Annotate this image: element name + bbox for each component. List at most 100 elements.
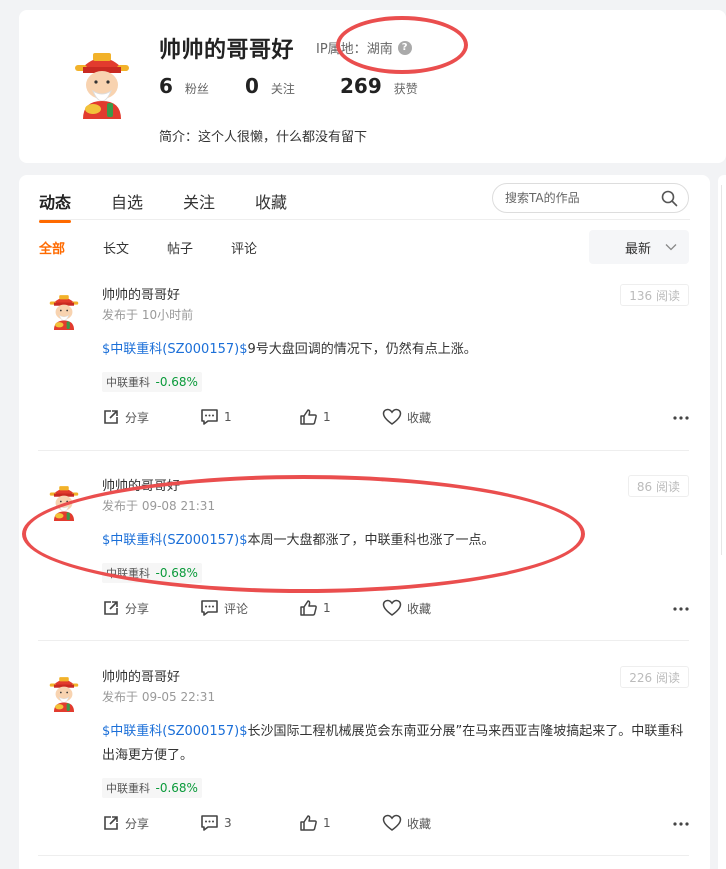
post-time: 发布于 09-08 21:31 xyxy=(102,499,216,513)
post-item: 帅帅的哥哥好 发布于 10小时前 136 阅读 $中联重科(SZ000157)$… xyxy=(38,284,689,432)
share-icon xyxy=(104,601,118,615)
likes-label: 获赞 xyxy=(393,82,418,96)
help-icon[interactable]: ? xyxy=(397,40,412,55)
tab-dynamics[interactable]: 动态 xyxy=(39,189,72,223)
more-icon[interactable] xyxy=(673,607,689,611)
search-icon[interactable] xyxy=(661,190,678,207)
comment-button[interactable]: 3 xyxy=(200,814,232,832)
post-body: $中联重科(SZ000157)$长沙国际工程机械展览会东南亚分展”在马来西亚吉隆… xyxy=(102,720,692,768)
heart-icon xyxy=(382,599,402,616)
favorite-button[interactable]: 收藏 xyxy=(382,814,431,832)
favorite-label: 收藏 xyxy=(407,410,432,425)
more-icon[interactable] xyxy=(673,416,689,420)
post-actions: 分享 1 1 收藏 xyxy=(102,408,689,430)
share-label: 分享 xyxy=(125,601,150,616)
comment-label: 3 xyxy=(224,816,232,830)
tabs-divider xyxy=(39,219,690,220)
favorite-button[interactable]: 收藏 xyxy=(382,408,431,426)
avatar[interactable] xyxy=(47,674,81,712)
sub-tabs: 全部 长文 帖子 评论 xyxy=(39,238,295,257)
following-count: 0 xyxy=(245,74,259,98)
likes-stat: 269 获赞 xyxy=(340,74,418,98)
stock-tag-name: 中联重科 xyxy=(106,567,150,580)
stock-tag-name: 中联重科 xyxy=(106,782,150,795)
like-button[interactable]: 1 xyxy=(299,599,331,617)
sort-selected: 最新 xyxy=(624,241,651,257)
post-actions: 分享 3 1 收藏 xyxy=(102,814,689,836)
post-author[interactable]: 帅帅的哥哥好 xyxy=(102,284,180,303)
read-count-badge: 86 阅读 xyxy=(627,475,689,497)
avatar[interactable] xyxy=(47,292,81,330)
comment-button[interactable]: 评论 xyxy=(200,599,248,617)
stock-link[interactable]: $中联重科(SZ000157)$ xyxy=(102,342,247,357)
subtab-all[interactable]: 全部 xyxy=(39,238,65,257)
avatar[interactable] xyxy=(47,483,81,521)
sort-dropdown[interactable]: 最新 xyxy=(589,230,689,264)
share-button[interactable]: 分享 xyxy=(102,599,149,617)
comment-icon xyxy=(201,409,218,425)
ip-location: IP属地： 湖南 ? xyxy=(316,38,412,57)
stock-link[interactable]: $中联重科(SZ000157)$ xyxy=(102,533,247,548)
avatar[interactable] xyxy=(71,47,133,119)
thumbs-up-icon xyxy=(300,600,317,616)
followers-stat[interactable]: 6 粉丝 xyxy=(159,74,209,98)
stock-tag[interactable]: 中联重科 -0.68% xyxy=(102,778,202,798)
subtab-comments[interactable]: 评论 xyxy=(231,238,257,257)
search-box xyxy=(492,183,689,213)
like-label: 1 xyxy=(323,601,331,615)
search-input[interactable] xyxy=(505,191,655,205)
tab-favorites[interactable]: 收藏 xyxy=(255,189,287,223)
favorite-button[interactable]: 收藏 xyxy=(382,599,431,617)
following-stat[interactable]: 0 关注 xyxy=(245,74,295,98)
comment-label: 1 xyxy=(224,410,232,424)
like-button[interactable]: 1 xyxy=(299,814,331,832)
comment-icon xyxy=(201,600,218,616)
comment-icon xyxy=(201,815,218,831)
share-icon xyxy=(104,410,118,424)
followers-count: 6 xyxy=(159,74,173,98)
read-count-badge: 136 阅读 xyxy=(620,284,689,306)
subtab-posts[interactable]: 帖子 xyxy=(167,238,193,257)
like-label: 1 xyxy=(323,816,331,830)
post-item: 帅帅的哥哥好 发布于 09-08 21:31 86 阅读 $中联重科(SZ000… xyxy=(38,475,689,623)
stock-tag-change: -0.68% xyxy=(155,375,198,389)
post-divider xyxy=(38,450,689,451)
stock-tag-change: -0.68% xyxy=(155,781,198,795)
read-count-badge: 226 阅读 xyxy=(620,666,689,688)
profile-name: 帅帅的哥哥好 xyxy=(159,38,295,63)
tab-following[interactable]: 关注 xyxy=(183,189,215,223)
post-body: $中联重科(SZ000157)$本周一大盘都涨了，中联重科也涨了一点。 xyxy=(102,529,692,553)
post-time: 发布于 09-05 22:31 xyxy=(102,690,216,704)
more-icon[interactable] xyxy=(673,822,689,826)
post-body: $中联重科(SZ000157)$9号大盘回调的情况下，仍然有点上涨。 xyxy=(102,338,692,362)
post-divider xyxy=(38,640,689,641)
profile-card: 帅帅的哥哥好 IP属地： 湖南 ? 6 粉丝 0 关注 269 获赞 简介：这个… xyxy=(19,10,726,163)
stock-tag[interactable]: 中联重科 -0.68% xyxy=(102,372,202,392)
share-button[interactable]: 分享 xyxy=(102,814,149,832)
thumbs-up-icon xyxy=(300,409,317,425)
subtab-articles[interactable]: 长文 xyxy=(103,238,129,257)
tab-watchlist[interactable]: 自选 xyxy=(111,189,143,223)
heart-icon xyxy=(382,814,402,831)
post-author[interactable]: 帅帅的哥哥好 xyxy=(102,666,180,685)
stock-link[interactable]: $中联重科(SZ000157)$ xyxy=(102,724,247,739)
ip-value: 湖南 xyxy=(366,42,393,57)
profile-bio: 简介：这个人很懒，什么都没有留下 xyxy=(159,130,368,145)
likes-count: 269 xyxy=(340,74,382,98)
post-author[interactable]: 帅帅的哥哥好 xyxy=(102,475,180,494)
like-button[interactable]: 1 xyxy=(299,408,331,426)
post-text: 本周一大盘都涨了，中联重科也涨了一点。 xyxy=(247,533,495,548)
post-actions: 分享 评论 1 收藏 xyxy=(102,599,689,621)
thumbs-up-icon xyxy=(300,815,317,831)
stock-tag[interactable]: 中联重科 -0.68% xyxy=(102,563,202,583)
chevron-down-icon xyxy=(665,244,677,251)
share-label: 分享 xyxy=(125,410,150,425)
share-button[interactable]: 分享 xyxy=(102,408,149,426)
comment-button[interactable]: 1 xyxy=(200,408,232,426)
post-item: 帅帅的哥哥好 发布于 09-05 22:31 226 阅读 $中联重科(SZ00… xyxy=(38,666,689,838)
main-tabs: 动态 自选 关注 收藏 xyxy=(39,189,327,223)
right-panel-edge xyxy=(718,175,726,869)
comment-label: 评论 xyxy=(224,601,249,616)
heart-icon xyxy=(382,408,402,425)
following-label: 关注 xyxy=(270,82,295,96)
